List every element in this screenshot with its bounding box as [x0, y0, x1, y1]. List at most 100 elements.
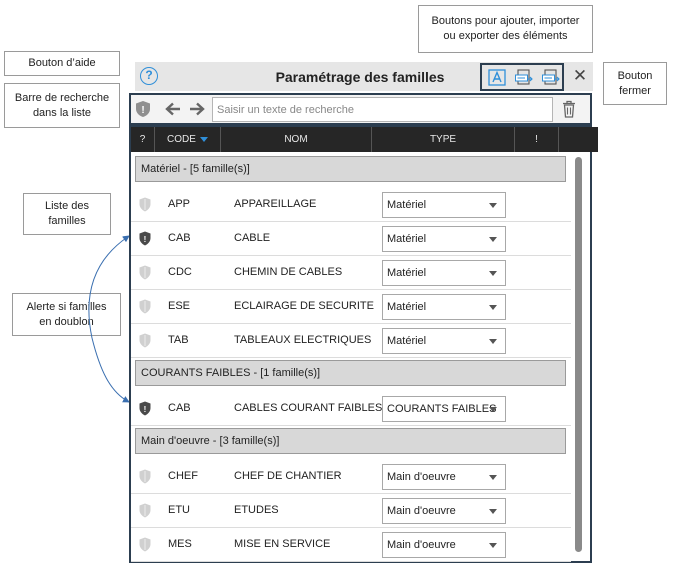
search-input[interactable] [212, 97, 553, 122]
callout-action-buttons: Boutons pour ajouter, importer ou export… [418, 5, 593, 53]
chevron-down-icon [489, 203, 497, 208]
family-row[interactable]: ! CAB CABLE Matériel [131, 222, 571, 256]
trash-icon[interactable] [562, 100, 576, 118]
cell-code: APP [168, 198, 191, 210]
family-list: ? CODE NOM TYPE ! Matériel - [5 famille(… [129, 125, 598, 563]
cell-code: ESE [168, 300, 191, 312]
chevron-down-icon [489, 407, 497, 412]
group-header[interactable]: Main d'oeuvre - [3 famille(s)] [135, 428, 566, 454]
chevron-down-icon [489, 271, 497, 276]
type-select[interactable]: Matériel [382, 260, 506, 286]
svg-text:!: ! [141, 105, 144, 116]
type-select[interactable]: COURANTS FAIBLES [382, 396, 506, 422]
dialog-title: Paramétrage des familles [275, 69, 445, 85]
action-buttons-group [480, 63, 564, 91]
cell-nom: MISE EN SERVICE [234, 538, 331, 550]
type-select-value: Matériel [387, 233, 427, 245]
shield-icon [139, 197, 151, 212]
callout-help-button: Bouton d’aide [4, 51, 120, 76]
type-select[interactable]: Matériel [382, 192, 506, 218]
callout-duplicate-alert: Alerte si familles en doublon [12, 293, 121, 336]
family-row[interactable]: CDC CHEMIN DE CABLES Matériel [131, 256, 571, 290]
previous-arrow-icon[interactable] [165, 102, 181, 116]
chevron-down-icon [489, 237, 497, 242]
chevron-down-icon [489, 543, 497, 548]
shield-icon [139, 299, 151, 314]
type-select-value: Matériel [387, 267, 427, 279]
family-row[interactable]: CHEF CHEF DE CHANTIER Main d'oeuvre [131, 460, 571, 494]
chevron-down-icon [489, 509, 497, 514]
cell-code: CAB [168, 232, 191, 244]
shield-icon [139, 265, 151, 280]
shield-icon [139, 537, 151, 552]
group-header[interactable]: COURANTS FAIBLES - [1 famille(s)] [135, 360, 566, 386]
cell-nom: ECLAIRAGE DE SECURITE [234, 300, 374, 312]
next-arrow-icon[interactable] [189, 102, 205, 116]
cell-nom: TABLEAUX ELECTRIQUES [234, 334, 372, 346]
type-select-value: Matériel [387, 335, 427, 347]
sort-descending-icon [199, 136, 208, 142]
cell-nom: CABLES COURANT FAIBLES [234, 402, 383, 414]
column-header-type[interactable]: TYPE [372, 127, 515, 152]
cell-code: CHEF [168, 470, 198, 482]
callout-close-button: Bouton fermer [603, 62, 667, 105]
type-select-value: Matériel [387, 301, 427, 313]
connector-to-second-duplicate [91, 337, 130, 403]
type-select[interactable]: Main d'oeuvre [382, 532, 506, 558]
import-icon[interactable] [515, 69, 533, 86]
type-select-value: Main d'oeuvre [387, 471, 456, 483]
chevron-down-icon [489, 339, 497, 344]
cell-code: CAB [168, 402, 191, 414]
svg-text:!: ! [144, 405, 147, 414]
family-row[interactable]: TAB TABLEAUX ELECTRIQUES Matériel [131, 324, 571, 358]
cell-code: TAB [168, 334, 189, 346]
duplicate-alert-shield-icon: ! [139, 231, 151, 246]
svg-text:!: ! [144, 235, 147, 244]
export-icon[interactable] [542, 69, 560, 86]
type-select[interactable]: Main d'oeuvre [382, 464, 506, 490]
column-header-alert[interactable]: ? [131, 127, 155, 152]
family-row[interactable]: ESE ECLAIRAGE DE SECURITE Matériel [131, 290, 571, 324]
chevron-down-icon [489, 475, 497, 480]
cell-code: CDC [168, 266, 192, 278]
callout-family-list: Liste des familles [23, 193, 111, 235]
list-scrollbar[interactable] [575, 157, 582, 552]
duplicate-alert-shield-icon: ! [139, 401, 151, 416]
cell-nom: CABLE [234, 232, 271, 244]
shield-icon [139, 333, 151, 348]
column-header-code[interactable]: CODE [155, 127, 221, 152]
column-header-nom[interactable]: NOM [221, 127, 372, 152]
close-button[interactable]: ✕ [570, 65, 590, 87]
cell-nom: ETUDES [234, 504, 279, 516]
family-row[interactable]: ETU ETUDES Main d'oeuvre [131, 494, 571, 528]
family-settings-dialog: ? Paramétrage des familles ✕ ! Saisir un… [129, 62, 598, 563]
cell-nom: CHEF DE CHANTIER [234, 470, 342, 482]
type-select-value: Matériel [387, 199, 427, 211]
shield-icon [139, 469, 151, 484]
cell-nom: APPAREILLAGE [234, 198, 317, 210]
help-icon[interactable]: ? [140, 67, 158, 85]
chevron-down-icon [489, 305, 497, 310]
callout-search-bar: Barre de recherche dans la liste [4, 83, 120, 128]
table-header: ? CODE NOM TYPE ! [131, 127, 598, 152]
type-select-value: COURANTS FAIBLES [387, 403, 497, 415]
family-row[interactable]: MES MISE EN SERVICE Main d'oeuvre [131, 528, 571, 562]
type-select[interactable]: Matériel [382, 328, 506, 354]
group-header[interactable]: Matériel - [5 famille(s)] [135, 156, 566, 182]
column-header-code-label: CODE [167, 134, 196, 145]
shield-icon [139, 503, 151, 518]
type-select[interactable]: Matériel [382, 226, 506, 252]
cell-code: ETU [168, 504, 190, 516]
type-select[interactable]: Main d'oeuvre [382, 498, 506, 524]
type-select-value: Main d'oeuvre [387, 539, 456, 551]
type-select[interactable]: Matériel [382, 294, 506, 320]
add-element-icon[interactable] [488, 69, 506, 86]
title-bar: ? Paramétrage des familles ✕ [135, 62, 593, 91]
search-bar: ! [129, 93, 592, 125]
family-row[interactable]: ! CAB CABLES COURANT FAIBLES COURANTS FAIBL… [131, 392, 571, 426]
type-select-value: Main d'oeuvre [387, 505, 456, 517]
column-header-flag[interactable]: ! [515, 127, 559, 152]
family-row[interactable]: APP APPAREILLAGE Matériel [131, 188, 571, 222]
cell-nom: CHEMIN DE CABLES [234, 266, 343, 278]
duplicate-filter-shield-icon[interactable]: ! [135, 100, 151, 118]
